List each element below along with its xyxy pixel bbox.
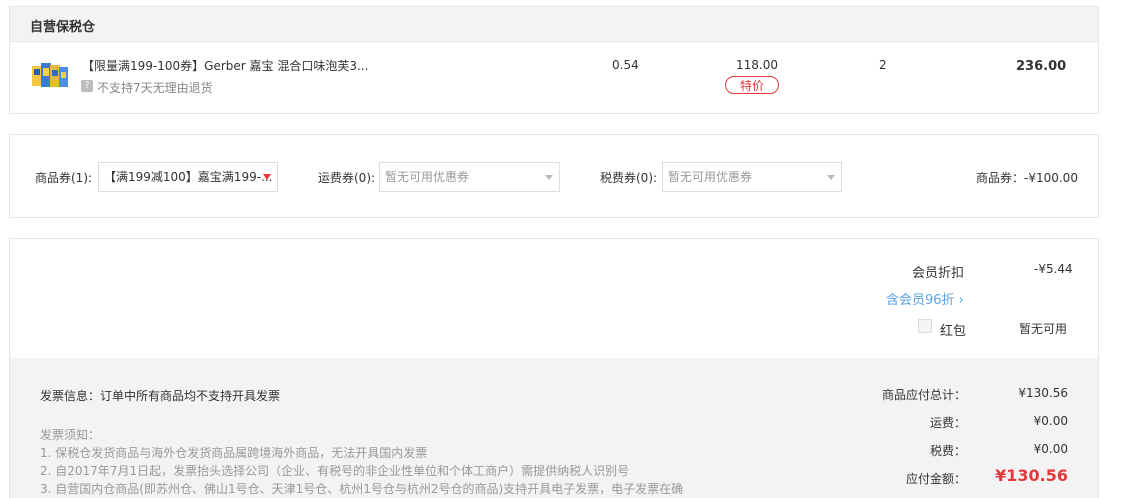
question-icon: ? bbox=[81, 80, 93, 92]
product-title-link[interactable]: 【限量满199-100券】Gerber 嘉宝 混合口味泡芙3... bbox=[82, 57, 368, 74]
shipping-coupon-select[interactable]: 暂无可用优惠券 bbox=[379, 162, 560, 192]
tax-coupon-placeholder: 暂无可用优惠券 bbox=[668, 170, 753, 184]
payable-total: ¥130.56 bbox=[995, 466, 1068, 485]
shipping-fee-label: 运费： bbox=[929, 416, 966, 430]
tax-coupon-select[interactable]: 暂无可用优惠券 bbox=[662, 162, 842, 192]
invoice-note-item: 3. 自营国内仓商品(即苏州仓、佛山1号仓、天津1号仓、杭州1号仓与杭州2号仓的… bbox=[40, 482, 684, 496]
member-discount-value: -¥5.44 bbox=[1034, 262, 1073, 276]
red-packet-checkbox[interactable] bbox=[918, 319, 932, 333]
special-price-badge: 特价 bbox=[725, 76, 779, 94]
product-coupon-label: 商品券(1): bbox=[35, 171, 93, 185]
product-coupon-value: 【满199减100】嘉宝满199-... bbox=[104, 170, 273, 184]
invoice-info: 发票信息：订单中所有商品均不支持开具发票 bbox=[40, 389, 281, 403]
product-quantity: 2 bbox=[879, 58, 887, 72]
tax-coupon-label: 税费券(0): bbox=[600, 171, 658, 185]
product-subtotal: 236.00 bbox=[1016, 59, 1067, 74]
red-packet-label: 红包 bbox=[940, 324, 967, 339]
payable-label: 应付金额： bbox=[905, 472, 966, 486]
warehouse-title: 自营保税仓 bbox=[30, 20, 96, 35]
invoice-note-item: 1. 保税仓发货商品与海外仓发货商品属跨境海外商品，无法开具国内发票 bbox=[40, 446, 428, 460]
product-thumbnail[interactable] bbox=[32, 60, 68, 90]
dropdown-caret-icon bbox=[545, 175, 553, 180]
red-packet-value: 暂无可用 bbox=[1019, 322, 1068, 336]
coupon-total: 商品券：-¥100.00 bbox=[976, 171, 1078, 185]
product-row bbox=[9, 41, 1099, 114]
invoice-notes-title: 发票须知： bbox=[40, 428, 101, 442]
warehouse-header bbox=[9, 6, 1099, 42]
shipping-coupon-placeholder: 暂无可用优惠券 bbox=[385, 170, 470, 184]
product-discount: 0.54 bbox=[612, 58, 639, 72]
tax-fee-label: 税费： bbox=[929, 444, 966, 458]
product-unit-price: 118.00 bbox=[736, 58, 778, 72]
goods-total-value: ¥130.56 bbox=[1018, 386, 1068, 400]
dropdown-caret-icon bbox=[827, 175, 835, 180]
goods-total-label: 商品应付总计： bbox=[881, 388, 966, 402]
product-coupon-select[interactable]: 【满199减100】嘉宝满199-... bbox=[98, 162, 278, 192]
no-return-notice: 不支持7天无理由退货 bbox=[97, 81, 213, 95]
vip-discount-link[interactable]: 含会员96折 › bbox=[886, 289, 964, 308]
shipping-fee-value: ¥0.00 bbox=[1033, 414, 1068, 428]
member-discount-label: 会员折扣 bbox=[912, 266, 965, 281]
tax-fee-value: ¥0.00 bbox=[1033, 442, 1068, 456]
invoice-note-item: 2. 自2017年7月1日起，发票抬头选择公司（企业、有税号的非企业性单位和个体… bbox=[40, 464, 630, 478]
dropdown-caret-icon bbox=[263, 174, 271, 180]
shipping-coupon-label: 运费券(0): bbox=[318, 171, 376, 185]
